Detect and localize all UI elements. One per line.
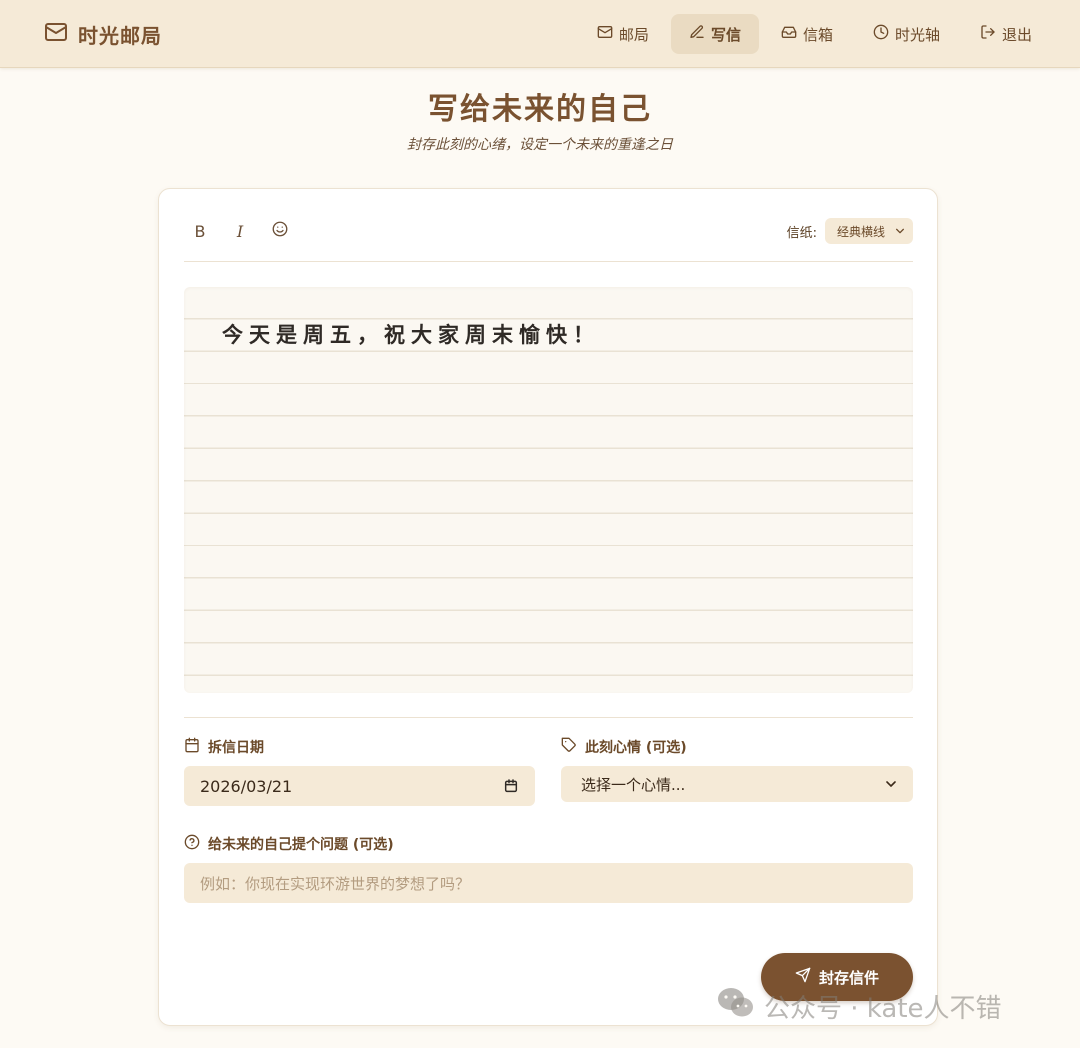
help-circle-icon bbox=[184, 834, 200, 854]
seal-letter-label: 封存信件 bbox=[818, 968, 879, 987]
mood-select[interactable]: 选择一个心情... bbox=[561, 766, 913, 802]
open-date-label: 拆信日期 bbox=[184, 737, 264, 757]
inbox-icon bbox=[781, 24, 797, 44]
mood-select-value: 选择一个心情... bbox=[581, 775, 686, 794]
mood-label: 此刻心情 (可选) bbox=[561, 737, 687, 757]
question-placeholder: 例如：你现在实现环游世界的梦想了吗？ bbox=[200, 874, 471, 893]
brand-name: 时光邮局 bbox=[78, 23, 162, 48]
emoji-button[interactable] bbox=[264, 215, 296, 247]
question-label: 给未来的自己提个问题 (可选) bbox=[184, 834, 394, 854]
logout-icon bbox=[980, 24, 996, 44]
nav-item-label: 退出 bbox=[1001, 25, 1032, 44]
question-input[interactable]: 例如：你现在实现环游世界的梦想了吗？ bbox=[184, 863, 913, 903]
paper-label: 信纸: bbox=[786, 225, 817, 241]
watermark: 公众号 · kate人不错 bbox=[716, 986, 1002, 1027]
editor-toolbar: B I 信纸: 经典横线 bbox=[184, 211, 913, 251]
watermark-text: 公众号 · kate人不错 bbox=[764, 994, 1002, 1024]
nav-item-inbox[interactable]: 信箱 bbox=[763, 14, 851, 54]
paper-selector-group: 信纸: 经典横线 bbox=[787, 218, 913, 244]
mood-label-text: 此刻心情 (可选) bbox=[585, 740, 687, 756]
chevron-down-icon bbox=[896, 228, 904, 234]
nav-item-label: 写信 bbox=[710, 25, 741, 44]
send-icon bbox=[795, 967, 811, 987]
page-subtitle: 封存此刻的心绪，设定一个未来的重逢之日 bbox=[407, 137, 673, 153]
nav-item-timeline[interactable]: 时光轴 bbox=[855, 14, 958, 54]
brand[interactable]: 时光邮局 bbox=[44, 20, 162, 48]
mail-icon bbox=[44, 20, 68, 48]
toolbar-divider bbox=[184, 261, 913, 262]
mail-icon bbox=[597, 24, 613, 44]
letter-editor[interactable]: 今天是周五，祝大家周末愉快！ bbox=[184, 287, 913, 693]
nav-item-label: 邮局 bbox=[618, 25, 649, 44]
pen-icon bbox=[689, 24, 705, 44]
bold-button[interactable]: B bbox=[184, 215, 216, 247]
nav-item-post-office[interactable]: 邮局 bbox=[579, 14, 667, 54]
question-label-text: 给未来的自己提个问题 (可选) bbox=[208, 837, 394, 853]
nav-item-logout[interactable]: 退出 bbox=[962, 14, 1050, 54]
form-divider bbox=[184, 717, 913, 718]
open-date-value: 2026/03/21 bbox=[200, 776, 293, 796]
nav-item-write[interactable]: 写信 bbox=[670, 14, 759, 54]
nav-item-label: 时光轴 bbox=[894, 25, 940, 44]
open-date-input[interactable]: 2026/03/21 bbox=[184, 766, 535, 806]
page-title: 写给未来的自己 bbox=[428, 92, 652, 127]
letter-card: B I 信纸: 经典横线 今天是周五，祝大家周末愉快！ 拆信日期 2026/03… bbox=[158, 188, 938, 1026]
top-navigation-bar: 时光邮局 邮局 写信 信箱 时光轴 退出 bbox=[0, 0, 1080, 68]
calendar-icon bbox=[184, 737, 200, 757]
nav-item-label: 信箱 bbox=[802, 25, 833, 44]
calendar-icon[interactable] bbox=[503, 778, 519, 794]
paper-select-value: 经典横线 bbox=[836, 224, 885, 239]
chevron-down-icon bbox=[886, 781, 896, 787]
open-date-label-text: 拆信日期 bbox=[208, 740, 264, 756]
wechat-icon bbox=[716, 986, 756, 1027]
smile-icon bbox=[271, 220, 289, 242]
paper-select[interactable]: 经典横线 bbox=[824, 218, 913, 244]
italic-button[interactable]: I bbox=[224, 215, 256, 247]
letter-content: 今天是周五，祝大家周末愉快！ bbox=[222, 322, 600, 347]
tag-icon bbox=[561, 737, 577, 757]
clock-icon bbox=[873, 24, 889, 44]
main-nav: 邮局 写信 信箱 时光轴 退出 bbox=[579, 14, 1050, 54]
